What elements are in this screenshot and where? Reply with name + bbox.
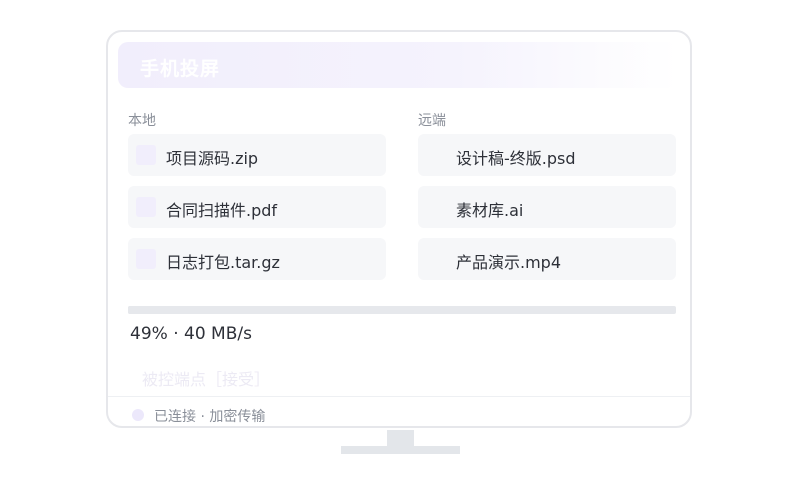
remote-file-item[interactable]: 设计稿-终版.psd: [418, 134, 676, 176]
connection-status-dot-icon: [132, 409, 144, 421]
local-file-name: 项目源码.zip: [166, 149, 259, 168]
remote-file-item[interactable]: 素材库.ai: [418, 186, 676, 228]
title-bar: 手机投屏: [118, 42, 678, 88]
connection-status-text: 已连接 · 加密传输: [154, 409, 266, 425]
transfer-progress-text: 49% · 40 MB/s: [130, 324, 252, 344]
monitor-stand-base: [341, 446, 460, 454]
window-title: 手机投屏: [140, 58, 221, 80]
monitor-stand-neck: [387, 430, 414, 446]
local-file-name: 日志打包.tar.gz: [166, 253, 280, 272]
transfer-progress-fill: [128, 306, 397, 314]
status-divider: [108, 396, 690, 397]
file-icon: [136, 197, 156, 217]
remote-file-item[interactable]: 产品演示.mp4: [418, 238, 676, 280]
remote-column-label: 远端: [418, 113, 446, 129]
transfer-progress-bar: [128, 306, 676, 314]
screen-share-scene: 手机投屏 本地 项目源码.zip 合同扫描件.pdf 日志打包.tar.gz 远…: [0, 0, 800, 500]
file-icon: [136, 145, 156, 165]
local-file-name: 合同扫描件.pdf: [166, 201, 278, 220]
local-file-item[interactable]: 合同扫描件.pdf: [128, 186, 386, 228]
remote-file-name: 设计稿-终版.psd: [456, 149, 576, 168]
controlled-endpoint-text: 被控端点［接受］: [142, 370, 271, 389]
remote-file-name: 产品演示.mp4: [456, 253, 562, 272]
local-column-label: 本地: [128, 113, 156, 129]
local-file-item[interactable]: 日志打包.tar.gz: [128, 238, 386, 280]
local-file-item[interactable]: 项目源码.zip: [128, 134, 386, 176]
file-icon: [136, 249, 156, 269]
monitor-screen: 手机投屏 本地 项目源码.zip 合同扫描件.pdf 日志打包.tar.gz 远…: [106, 30, 692, 428]
remote-file-name: 素材库.ai: [456, 201, 524, 220]
